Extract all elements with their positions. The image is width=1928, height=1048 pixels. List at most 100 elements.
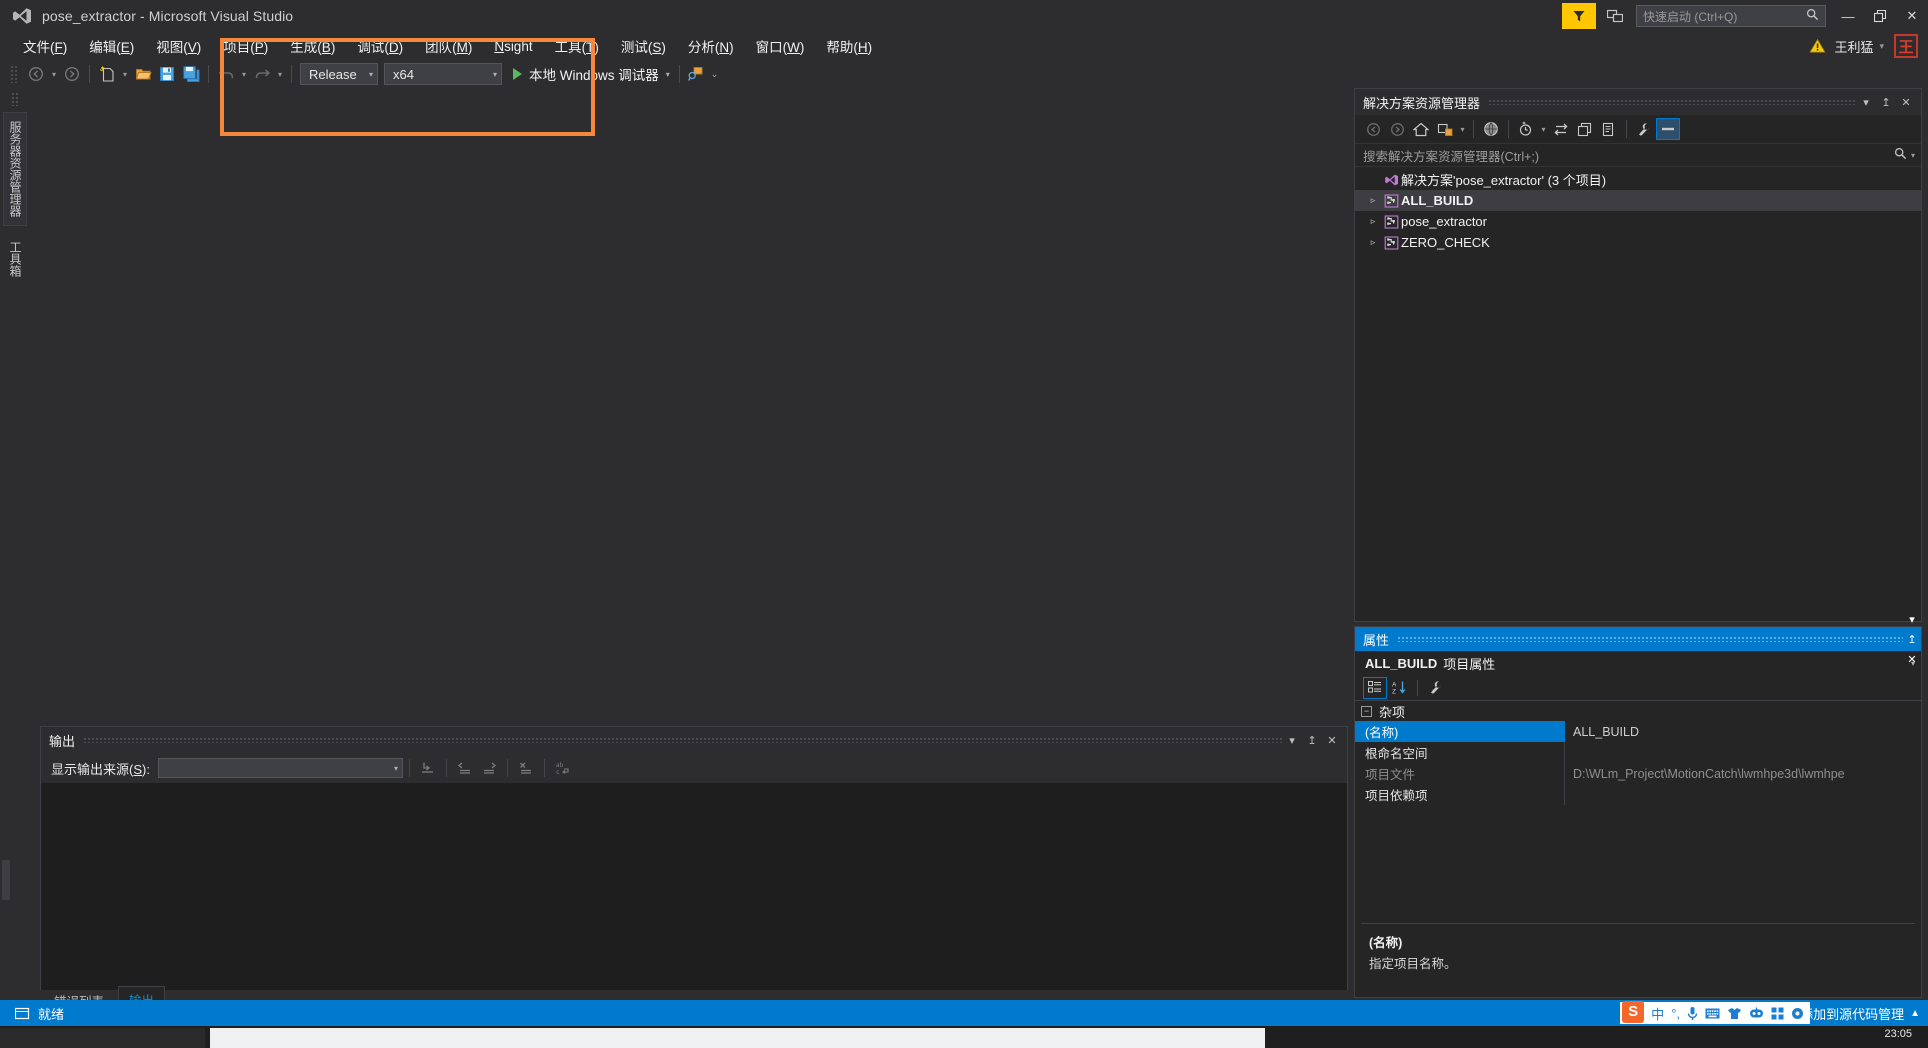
attach-to-process-icon[interactable] <box>685 63 709 85</box>
navigate-back-dropdown[interactable]: ▾ <box>48 63 60 85</box>
sync-with-active-document-icon[interactable] <box>1514 118 1538 140</box>
solution-explorer-close-icon[interactable]: ✕ <box>1897 92 1915 112</box>
solution-explorer-search-input[interactable]: 搜索解决方案资源管理器(Ctrl+;) ▾ <box>1355 143 1921 167</box>
navigate-forward-icon[interactable] <box>60 63 84 85</box>
menu-item-nsight[interactable]: Nsight <box>483 35 543 58</box>
alphabetical-sort-icon[interactable]: A Z <box>1387 677 1411 699</box>
add-to-source-control-label[interactable]: 添加到源代码管理 <box>1800 1004 1904 1023</box>
open-file-icon[interactable] <box>131 63 155 85</box>
sogou-logo-icon[interactable]: S <box>1622 1000 1645 1023</box>
menu-item-build[interactable]: 生成(B) <box>279 32 346 60</box>
new-item-dropdown[interactable]: ▾ <box>119 63 131 85</box>
menu-item-debug[interactable]: 调试(D) <box>346 32 414 60</box>
output-panel-close-icon[interactable]: ✕ <box>1323 730 1341 750</box>
close-button[interactable]: ✕ <box>1896 0 1928 32</box>
property-value[interactable] <box>1565 784 1921 805</box>
expander-arrow[interactable]: ▹ <box>1365 195 1381 206</box>
expander-arrow[interactable]: ▹ <box>1365 237 1381 248</box>
show-all-files-icon[interactable] <box>1479 118 1503 140</box>
menu-item-view[interactable]: 视图(V) <box>145 32 212 60</box>
output-panel-pin-icon[interactable]: ↥ <box>1303 730 1321 750</box>
expander-arrow[interactable]: ▹ <box>1365 216 1381 227</box>
sync-dropdown[interactable]: ▾ <box>1538 118 1549 140</box>
restore-button[interactable] <box>1864 0 1896 32</box>
home-icon[interactable] <box>1409 118 1433 140</box>
properties-subject-combo[interactable]: ALL_BUILD 项目属性 ▾ <box>1355 651 1921 675</box>
save-icon[interactable] <box>155 63 179 85</box>
save-all-icon[interactable] <box>179 63 203 85</box>
minimize-button[interactable]: — <box>1832 0 1864 32</box>
tree-row-all-build[interactable]: ▹ ALL_BUILD <box>1355 190 1921 211</box>
menu-item-help[interactable]: 帮助(H) <box>815 32 883 60</box>
user-name-label[interactable]: 王利猛 <box>1832 37 1875 56</box>
pending-changes-icon[interactable] <box>1433 118 1457 140</box>
tree-row-zero-check[interactable]: ▹ ZERO_CHECK <box>1355 232 1921 253</box>
avatar[interactable]: 王 <box>1894 34 1918 58</box>
toolbar-grip[interactable] <box>10 65 18 83</box>
chevron-down-icon[interactable]: ▾ <box>666 70 670 79</box>
sidebar-item-toolbox[interactable]: 工具箱 <box>3 232 27 286</box>
chevron-down-icon[interactable]: ▾ <box>1879 41 1884 52</box>
menu-item-tools[interactable]: 工具(T) <box>544 32 610 60</box>
screen-share-icon[interactable] <box>1600 3 1630 29</box>
soft-keyboard-icon[interactable] <box>1705 1008 1720 1019</box>
ai-assistant-icon[interactable] <box>1749 1007 1764 1019</box>
menu-item-analyze[interactable]: 分析(N) <box>677 32 745 60</box>
property-row-project-file[interactable]: 项目文件 D:\WLm_Project\MotionCatch\lwmhpe3d… <box>1355 763 1921 784</box>
left-scrollbar-thumb[interactable] <box>2 860 10 900</box>
chevron-down-icon[interactable]: ▾ <box>1911 659 1915 668</box>
categorized-view-icon[interactable] <box>1363 676 1387 699</box>
property-row-name[interactable]: (名称) ALL_BUILD <box>1355 721 1921 742</box>
properties-window-icon[interactable] <box>1632 118 1656 140</box>
toolbar-overflow-icon[interactable]: ⌄ <box>711 69 719 80</box>
menu-item-window[interactable]: 窗口(W) <box>745 32 816 60</box>
output-text-area[interactable] <box>41 783 1347 995</box>
property-value[interactable] <box>1565 742 1921 763</box>
preview-selected-items-icon[interactable] <box>1597 118 1621 140</box>
properties-pin-icon[interactable]: ↥ <box>1903 629 1921 649</box>
menu-item-edit[interactable]: 编辑(E) <box>78 32 145 60</box>
menu-item-test[interactable]: 测试(S) <box>610 32 677 60</box>
panel-drag-dots[interactable] <box>1488 99 1857 105</box>
chinese-mode-icon[interactable]: 中 <box>1651 1004 1664 1023</box>
menu-item-file[interactable]: 文件(F) <box>12 32 78 60</box>
tree-row-pose-extractor[interactable]: ▹ pose_extractor <box>1355 211 1921 232</box>
feedback-funnel-icon[interactable] <box>1562 3 1596 29</box>
property-row-project-dependencies[interactable]: 项目依赖项 <box>1355 784 1921 805</box>
output-source-combo[interactable]: ▾ <box>157 758 403 778</box>
solution-explorer-settings-icon[interactable] <box>1656 118 1680 140</box>
tree-row-solution[interactable]: 解决方案'pose_extractor' (3 个项目) <box>1355 169 1921 190</box>
menu-item-team[interactable]: 团队(M) <box>414 32 483 60</box>
toolbox-icon[interactable] <box>1771 1007 1784 1020</box>
warning-triangle-icon[interactable] <box>1806 35 1828 57</box>
chevron-up-icon[interactable]: ▲ <box>1910 1008 1920 1019</box>
property-row-root-namespace[interactable]: 根命名空间 <box>1355 742 1921 763</box>
panel-drag-dots[interactable] <box>1397 636 1903 642</box>
navigate-back-icon[interactable] <box>24 63 48 85</box>
refresh-icon[interactable] <box>1549 118 1573 140</box>
property-pages-icon[interactable] <box>1424 677 1448 699</box>
quick-launch-input[interactable]: 快速启动 (Ctrl+Q) <box>1636 5 1826 27</box>
solution-explorer-pin-icon[interactable]: ↥ <box>1877 92 1895 112</box>
pending-changes-dropdown[interactable]: ▾ <box>1457 118 1468 140</box>
search-icon[interactable] <box>1894 147 1907 163</box>
taskbar-active-window[interactable] <box>210 1028 1265 1048</box>
output-panel-dropdown-icon[interactable]: ▾ <box>1283 730 1301 750</box>
property-value[interactable]: ALL_BUILD <box>1565 721 1921 742</box>
solution-configuration-combo[interactable]: Release ▾ <box>300 63 378 85</box>
properties-group-header[interactable]: − 杂项 <box>1355 701 1921 721</box>
voice-input-icon[interactable] <box>1687 1006 1698 1021</box>
settings-icon[interactable] <box>1791 1007 1804 1020</box>
start-debugging-button[interactable]: 本地 Windows 调试器 ▾ <box>505 63 674 85</box>
new-item-icon[interactable] <box>95 63 119 85</box>
properties-dropdown-icon[interactable]: ▾ <box>1903 609 1921 629</box>
search-options-dropdown[interactable]: ▾ <box>1911 151 1915 160</box>
panel-drag-dots[interactable] <box>83 737 1283 743</box>
collapse-all-icon[interactable] <box>1573 118 1597 140</box>
sidebar-item-server-explorer[interactable]: 服务器资源管理器 <box>3 112 27 226</box>
solution-platform-combo[interactable]: x64 ▾ <box>384 63 502 85</box>
skin-theme-icon[interactable] <box>1727 1007 1742 1020</box>
punctuation-mode-icon[interactable]: °, <box>1671 1006 1680 1021</box>
menu-item-project[interactable]: 项目(P) <box>212 32 279 60</box>
group-collapse-icon[interactable]: − <box>1361 705 1372 717</box>
